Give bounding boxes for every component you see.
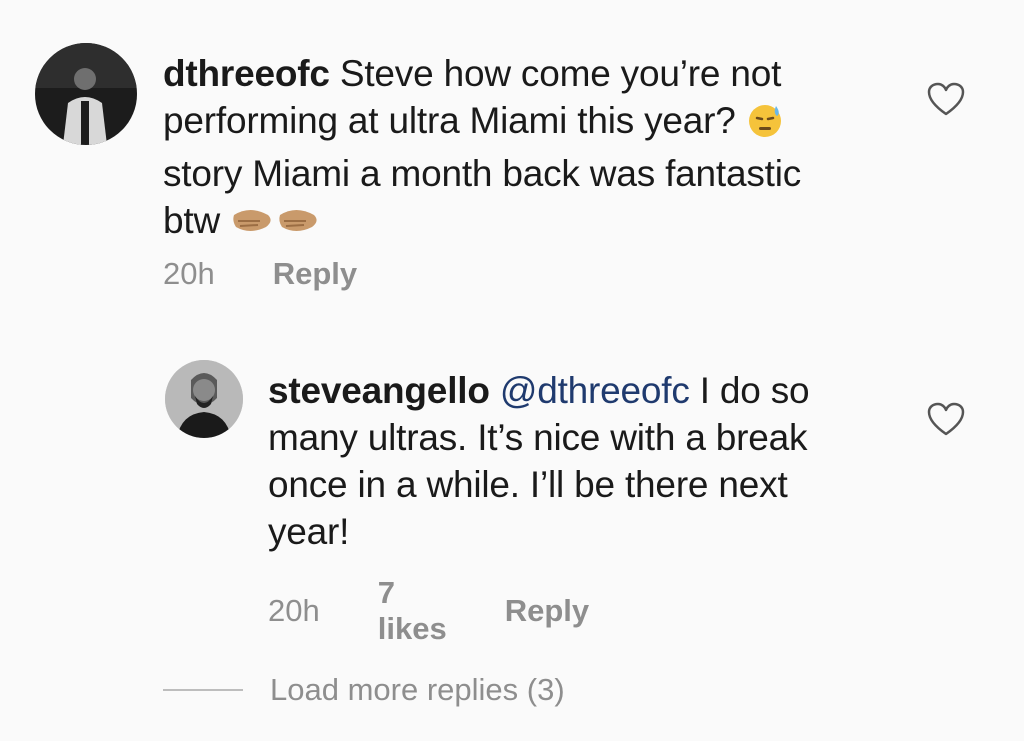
comment-timestamp: 20h bbox=[163, 256, 215, 291]
comment-text-line: I do so bbox=[689, 370, 810, 411]
comment-text-line: Steve how come you’re not bbox=[339, 53, 782, 94]
comment-timestamp: 20h bbox=[268, 593, 320, 628]
downcast-sweat-face-icon bbox=[746, 101, 784, 150]
avatar[interactable] bbox=[35, 43, 137, 145]
comment-text-line: performing at ultra Miami this year? bbox=[163, 100, 736, 141]
comment-meta: 20h 7 likes Reply bbox=[268, 575, 589, 647]
comment-text-line: many ultras. It’s nice with a break bbox=[268, 417, 808, 458]
avatar[interactable] bbox=[165, 360, 243, 438]
reply-button[interactable]: Reply bbox=[505, 593, 589, 629]
reply-button[interactable]: Reply bbox=[273, 256, 357, 292]
comment-text-line: btw bbox=[163, 200, 220, 241]
clapping-hands-icon bbox=[230, 201, 322, 250]
load-more-replies[interactable]: Load more replies (3) bbox=[163, 672, 565, 708]
comment-meta: 20h Reply bbox=[163, 256, 357, 292]
comment-text: dthreeofc Steve how come you’re not perf… bbox=[163, 50, 903, 250]
comment-text-line: story Miami a month back was fantastic bbox=[163, 153, 802, 194]
heart-icon[interactable] bbox=[927, 402, 965, 443]
divider bbox=[163, 689, 243, 691]
mention-link[interactable]: @dthreeofc bbox=[500, 370, 690, 411]
heart-icon[interactable] bbox=[927, 82, 965, 123]
comment-text: steveangello @dthreeofc I do so many ult… bbox=[268, 367, 908, 555]
comment-text-line: once in a while. I’ll be there next bbox=[268, 464, 788, 505]
comment-text-line: year! bbox=[268, 511, 350, 552]
load-more-replies-label[interactable]: Load more replies (3) bbox=[270, 672, 565, 708]
likes-count[interactable]: 7 likes bbox=[378, 575, 447, 647]
comment-username[interactable]: dthreeofc bbox=[163, 53, 330, 94]
comment-username[interactable]: steveangello bbox=[268, 370, 490, 411]
